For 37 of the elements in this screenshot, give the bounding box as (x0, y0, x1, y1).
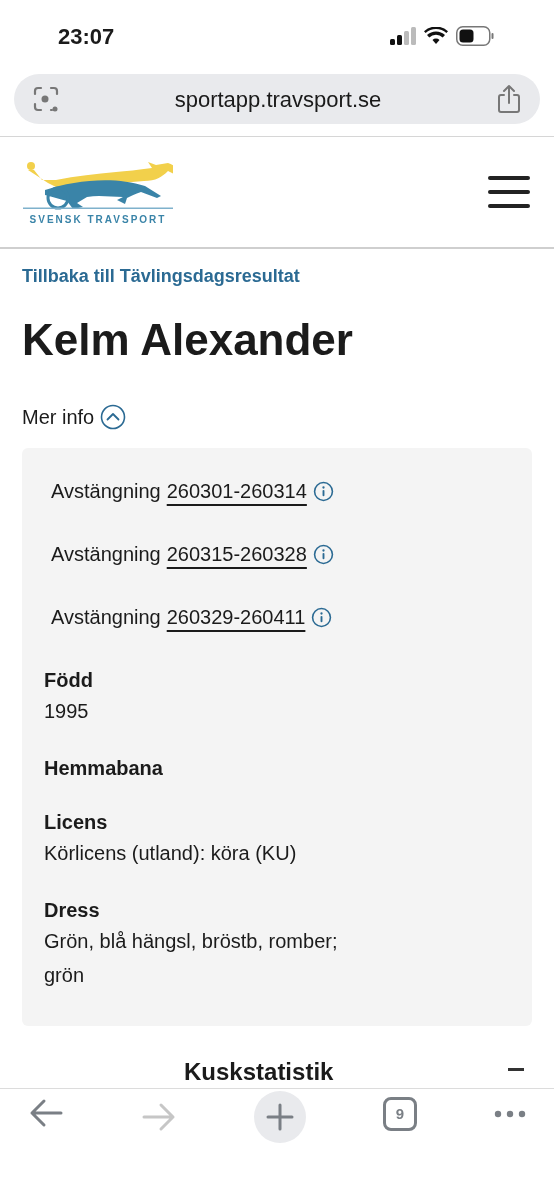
field-value: Körlicens (utland): köra (KU) (44, 841, 298, 866)
field-label: Hemmabana (44, 756, 164, 781)
section-heading: Kuskstatistik (184, 1057, 334, 1087)
suspension-period-link[interactable]: 260315-260328 (166, 539, 307, 569)
menu-button[interactable] (488, 176, 530, 208)
battery-icon (456, 26, 494, 46)
logo-text: SVENSK TRAVSPORT (29, 212, 167, 227)
field-value: 1995 (44, 699, 90, 724)
page-title: Kelm Alexander (22, 314, 353, 366)
status-time: 23:07 (58, 22, 115, 51)
info-icon[interactable] (312, 480, 334, 502)
share-icon[interactable] (496, 84, 522, 114)
field-value: Grön, blå hängsl, bröstb, romber; (44, 929, 339, 954)
suspension-label: Avstängning (51, 605, 161, 630)
plus-icon[interactable] (266, 1103, 294, 1131)
chevron-icon[interactable] (100, 404, 127, 430)
suspension-period-link[interactable]: 260301-260314 (166, 476, 307, 506)
field-label: Född (44, 668, 94, 693)
field-label: Licens (44, 810, 109, 835)
suspension-period-link[interactable]: 260329-260411 (166, 602, 306, 632)
url-text: sportapp.travsport.se (174, 85, 382, 114)
suspension-label: Avstängning (51, 542, 161, 567)
suspension-label: Avstängning (51, 479, 161, 504)
wifi-icon (424, 27, 448, 45)
back-link[interactable]: Tillbaka till Tävlingsdagsresultat (22, 263, 300, 290)
field-label: Dress (44, 898, 101, 923)
new-tab-button[interactable] (254, 1091, 306, 1143)
info-icon[interactable] (312, 543, 334, 565)
tabs-button[interactable]: 9 (383, 1097, 417, 1131)
field-value: grön (44, 963, 86, 988)
more-info-toggle[interactable]: Mer info (22, 402, 127, 432)
info-icon[interactable] (311, 606, 333, 628)
signal-icon (390, 27, 416, 45)
back-arrow-icon[interactable] (28, 1097, 64, 1129)
camera-search-icon[interactable] (32, 85, 60, 113)
more-icon[interactable] (494, 1110, 526, 1118)
address-bar[interactable]: sportapp.travsport.se (14, 74, 540, 124)
